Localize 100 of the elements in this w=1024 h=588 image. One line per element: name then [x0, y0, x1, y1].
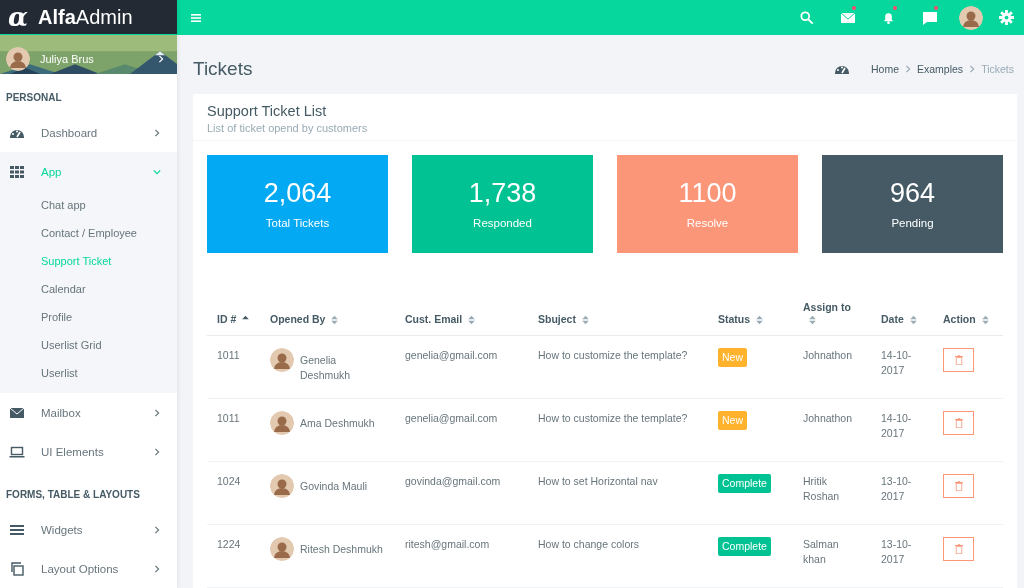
sort-icon [809, 315, 816, 325]
delete-button[interactable] [943, 411, 974, 435]
status-badge: Complete [718, 537, 771, 556]
logo-text: AlfaAdmin [38, 5, 133, 29]
submenu-item[interactable]: Contact / Employee [41, 219, 177, 247]
breadcrumb-link[interactable]: Home [871, 63, 899, 75]
menu-item[interactable]: UI Elements [0, 432, 177, 471]
chevron-right-icon [968, 65, 977, 73]
ticket-id: 1011 [217, 412, 240, 424]
menu-icon[interactable] [191, 13, 201, 22]
section-heading: FORMS, TABLE & LAYOUTS [5, 488, 141, 502]
column-header[interactable]: Cust. Email [395, 300, 528, 336]
sort-icon [756, 315, 764, 325]
customer-name: Ama Deshmukh [300, 416, 375, 431]
status-badge: New [718, 348, 747, 367]
delete-button[interactable] [943, 348, 974, 372]
chevron-right-icon [153, 525, 161, 534]
trash-icon [954, 481, 963, 491]
stat-value: 2,064 [263, 178, 332, 210]
sort-icon [909, 315, 917, 325]
trash-icon [954, 544, 963, 554]
chat-icon[interactable] [921, 9, 938, 26]
trash-icon [954, 355, 963, 365]
submenu-item[interactable]: Userlist Grid [41, 331, 177, 359]
search-icon[interactable] [799, 10, 814, 25]
section-heading: PERSONAL [5, 91, 63, 105]
chevron-right-icon [153, 447, 161, 456]
chevron-right-icon [904, 65, 912, 73]
customer-name: Govinda Mauli [300, 479, 368, 494]
ticket-subject: How to change colors [538, 538, 639, 550]
chevron-right-icon [153, 128, 161, 137]
sort-icon [981, 315, 989, 325]
customer-email: genelia@gmail.com [405, 412, 498, 424]
ticket-subject: How to customize the template? [538, 412, 688, 424]
bell-icon[interactable] [881, 10, 896, 26]
ticket-date: 14-10-2017 [881, 349, 912, 376]
menu-item[interactable]: Layout Options [0, 549, 177, 588]
stat-label: Resolve [686, 217, 729, 230]
column-header[interactable]: Action [933, 300, 1003, 336]
submenu-item[interactable]: Calendar [41, 275, 177, 303]
column-header[interactable]: Date [871, 300, 933, 336]
stat-value: 964 [889, 178, 936, 210]
card-subtitle: List of ticket opend by customers [207, 121, 369, 134]
ticket-id: 1224 [217, 538, 241, 550]
assignee-name: Hritik Roshan [803, 475, 840, 502]
ticket-subject: How to customize the template? [538, 349, 688, 361]
card-title: Support Ticket List [207, 102, 328, 119]
grid-icon [9, 163, 25, 180]
submenu-item[interactable]: Profile [41, 303, 177, 331]
avatar [958, 5, 983, 30]
stat-label: Responded [473, 217, 532, 230]
customer-email: govinda@gmail.com [405, 475, 501, 487]
sort-icon [581, 315, 589, 325]
ticket-subject: How to set Horizontal nav [538, 475, 658, 487]
settings-icon[interactable] [998, 10, 1014, 26]
chevron-right-icon [153, 408, 161, 417]
assignee-name: Salman khan [803, 538, 839, 565]
stat-label: Total Tickets [265, 217, 330, 230]
stat-label: Pending [891, 217, 934, 230]
menu-item[interactable]: Widgets [0, 510, 177, 549]
customer-name: Genelia Deshmukh [300, 353, 352, 383]
delete-button[interactable] [943, 537, 974, 561]
avatar [270, 411, 294, 435]
customer-email: genelia@gmail.com [405, 349, 498, 361]
layout-icon [9, 560, 25, 577]
menu-item[interactable]: Dashboard [0, 113, 177, 152]
customer-name: Ritesh Deshmukh [300, 542, 383, 557]
avatar [270, 348, 294, 372]
ticket-id: 1024 [217, 475, 241, 487]
stat-value: 1,738 [468, 178, 537, 210]
chevron-right-icon [157, 55, 165, 64]
chevron-down-icon [153, 167, 161, 176]
column-header[interactable]: Opened By [260, 300, 395, 336]
logo-mark: α [8, 2, 28, 33]
submenu-item[interactable]: Chat app [41, 191, 177, 219]
menu-item[interactable]: Mailbox [0, 393, 177, 432]
delete-button[interactable] [943, 474, 974, 498]
ticket-id: 1011 [217, 349, 240, 361]
customer-email: ritesh@gmail.com [405, 538, 490, 550]
assignee-name: Johnathon [803, 412, 853, 424]
status-badge: New [718, 411, 747, 430]
column-header[interactable]: Sbuject [528, 300, 708, 336]
ticket-date: 13-10-2017 [881, 538, 912, 565]
trash-icon [954, 418, 963, 428]
ticket-date: 14-10-2017 [881, 412, 912, 439]
chevron-right-icon [153, 564, 161, 573]
avatar [6, 47, 30, 72]
sort-icon [468, 315, 476, 325]
stat-value: 1100 [678, 178, 737, 210]
assignee-name: Johnathon [803, 349, 853, 361]
column-header[interactable]: Status [708, 300, 793, 336]
column-header[interactable]: Assign to [793, 300, 871, 336]
column-header[interactable]: ID # [207, 300, 260, 336]
breadcrumb-link[interactable]: Examples [917, 63, 964, 75]
sort-icon [331, 315, 339, 325]
status-badge: Complete [718, 474, 771, 493]
submenu-item[interactable]: Userlist [41, 359, 177, 387]
ticket-date: 13-10-2017 [881, 475, 912, 502]
page-title: Tickets [193, 58, 253, 80]
avatar [270, 474, 294, 498]
